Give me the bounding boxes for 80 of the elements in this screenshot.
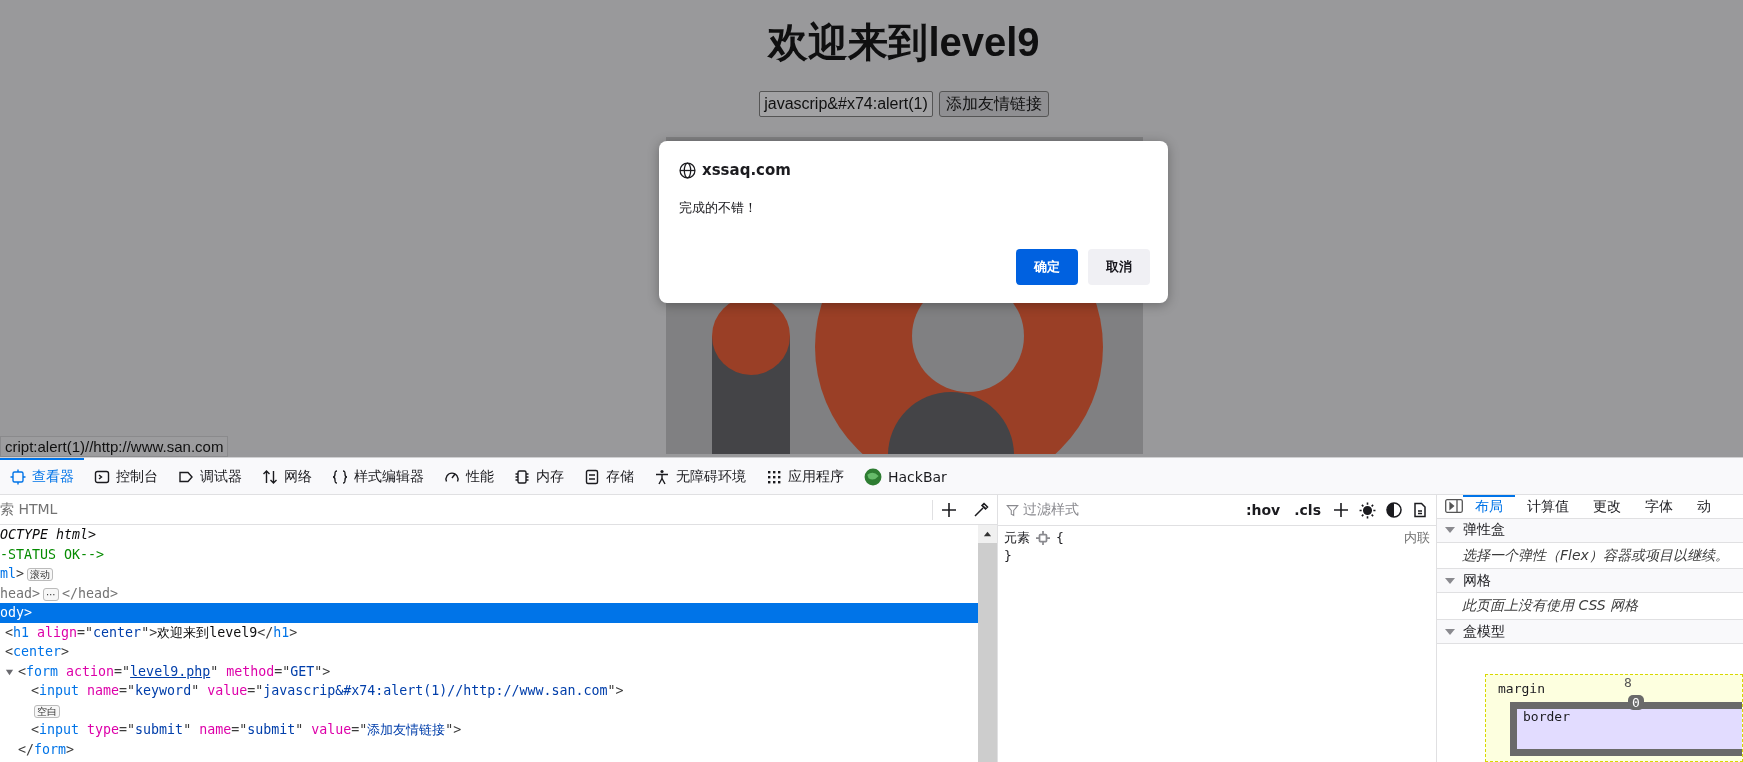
section-title: 弹性盒 [1463, 521, 1505, 540]
globe-icon [679, 161, 696, 179]
section-note: 选择一个弹性（Flex）容器或项目以继续。 [1462, 546, 1729, 565]
triangle-icon[interactable] [1445, 575, 1455, 586]
devtools-tab[interactable]: 网络 [252, 458, 322, 494]
contrast-icon[interactable] [1386, 502, 1402, 518]
devtools-tab[interactable]: 查看器 [0, 458, 84, 494]
target-icon[interactable] [1036, 531, 1050, 545]
console-icon [94, 469, 110, 485]
open-brace: { [1056, 529, 1064, 547]
input-field[interactable]: javascrip&#x74:alert(1) [759, 91, 933, 117]
markup-line[interactable]: OCTYPE html> [0, 525, 978, 545]
eyedropper-icon[interactable] [973, 501, 989, 518]
box-value[interactable]: 0 [1628, 694, 1644, 710]
box-value[interactable]: 8 [1624, 674, 1632, 690]
sun-icon[interactable] [1359, 501, 1376, 519]
filter-field[interactable]: 过滤样式 [1006, 501, 1234, 519]
tag-icon [178, 469, 194, 485]
devtools-tab[interactable]: 控制台 [84, 458, 168, 494]
markup-line[interactable]: -STATUS OK--> [0, 544, 978, 564]
sidebar-tab[interactable]: 计算值 [1515, 495, 1581, 518]
close-brace: } [1004, 547, 1012, 565]
chip-icon [514, 469, 530, 485]
section-note: 此页面上没有使用 CSS 网格 [1462, 597, 1639, 616]
markup-line[interactable]: <center> [0, 642, 978, 662]
plus-icon[interactable] [941, 501, 957, 518]
up-arrow-icon[interactable] [983, 529, 992, 539]
markup-line[interactable]: <input name="keyword" value="javascrip&#x74:alert(1)//http://www.san.com"> [0, 681, 978, 701]
devtools-tab[interactable]: 内存 [504, 458, 574, 494]
box-label: margin [1498, 680, 1545, 696]
page-heading: 欢迎来到level9 [768, 19, 1040, 66]
markup-line[interactable]: 空白 [0, 700, 978, 720]
scrollbar[interactable] [978, 525, 997, 762]
devtools-tab[interactable]: HackBar [854, 458, 957, 494]
twisty-icon[interactable] [5, 667, 14, 677]
sidebar-tab[interactable]: 布局 [1463, 495, 1515, 518]
filter-icon [1006, 503, 1019, 517]
markup-line[interactable]: <input type="submit" name="submit" value="添加友情链接"> [0, 720, 978, 740]
box-label: border [1523, 708, 1570, 724]
section-title: 盒模型 [1463, 622, 1505, 641]
search-field[interactable]: 索 HTML [0, 500, 932, 519]
dialog-site: xssaq.com [702, 161, 791, 179]
rule-selector: 元素 [1004, 529, 1030, 547]
ok-button[interactable]: 确定 [1016, 249, 1078, 285]
toggle-button[interactable]: :hov [1243, 502, 1283, 518]
markup-line[interactable]: head> ⋯ </head> [0, 583, 978, 603]
grid-icon [766, 469, 782, 485]
arrows-icon [262, 469, 278, 485]
devtools-tab[interactable]: 性能 [434, 458, 504, 494]
ball-icon [864, 468, 882, 486]
triangle-icon[interactable] [1445, 626, 1455, 637]
markup-line[interactable]: </form> [0, 739, 978, 759]
sidebar-tab[interactable]: 更改 [1581, 495, 1633, 518]
document-icon[interactable] [1412, 502, 1428, 518]
section-title: 网格 [1463, 571, 1491, 590]
sidebar-tab[interactable]: 字体 [1633, 495, 1685, 518]
section-header[interactable]: 网格 [1437, 569, 1743, 594]
devtools-tab[interactable]: 存储 [574, 458, 644, 494]
rule-source: 内联 [1404, 529, 1430, 547]
markup-line[interactable]: ml> 滚动 [0, 564, 978, 584]
storage-icon [584, 469, 600, 485]
submit-button[interactable]: 添加友情链接 [938, 91, 1049, 117]
section-header[interactable]: 弹性盒 [1437, 518, 1743, 543]
markup-line[interactable]: <form action="level9.php" method="GET"> [0, 661, 978, 681]
person-icon [654, 469, 670, 485]
devtools-tab[interactable]: 调试器 [168, 458, 252, 494]
braces-icon [332, 469, 348, 485]
cancel-button[interactable]: 取消 [1088, 249, 1150, 285]
sidebar-tab[interactable]: 动 [1685, 495, 1723, 518]
inspector-icon [10, 469, 26, 485]
status-url: cript:alert(1)//http://www.san.com [0, 436, 229, 457]
dialog-message: 完成的不错！ [679, 199, 758, 217]
toggle-button[interactable]: .cls [1292, 502, 1323, 518]
markup-line[interactable]: <h1 align="center">欢迎来到level9</h1> [0, 622, 978, 642]
sidebar-toggle-icon[interactable] [1445, 499, 1463, 514]
section-header[interactable]: 盒模型 [1437, 620, 1743, 644]
plus-icon[interactable] [1333, 502, 1349, 518]
devtools-tab[interactable]: 样式编辑器 [322, 458, 434, 494]
devtools-tab[interactable]: 应用程序 [756, 458, 854, 494]
devtools-tab[interactable]: 无障碍环境 [644, 458, 756, 494]
